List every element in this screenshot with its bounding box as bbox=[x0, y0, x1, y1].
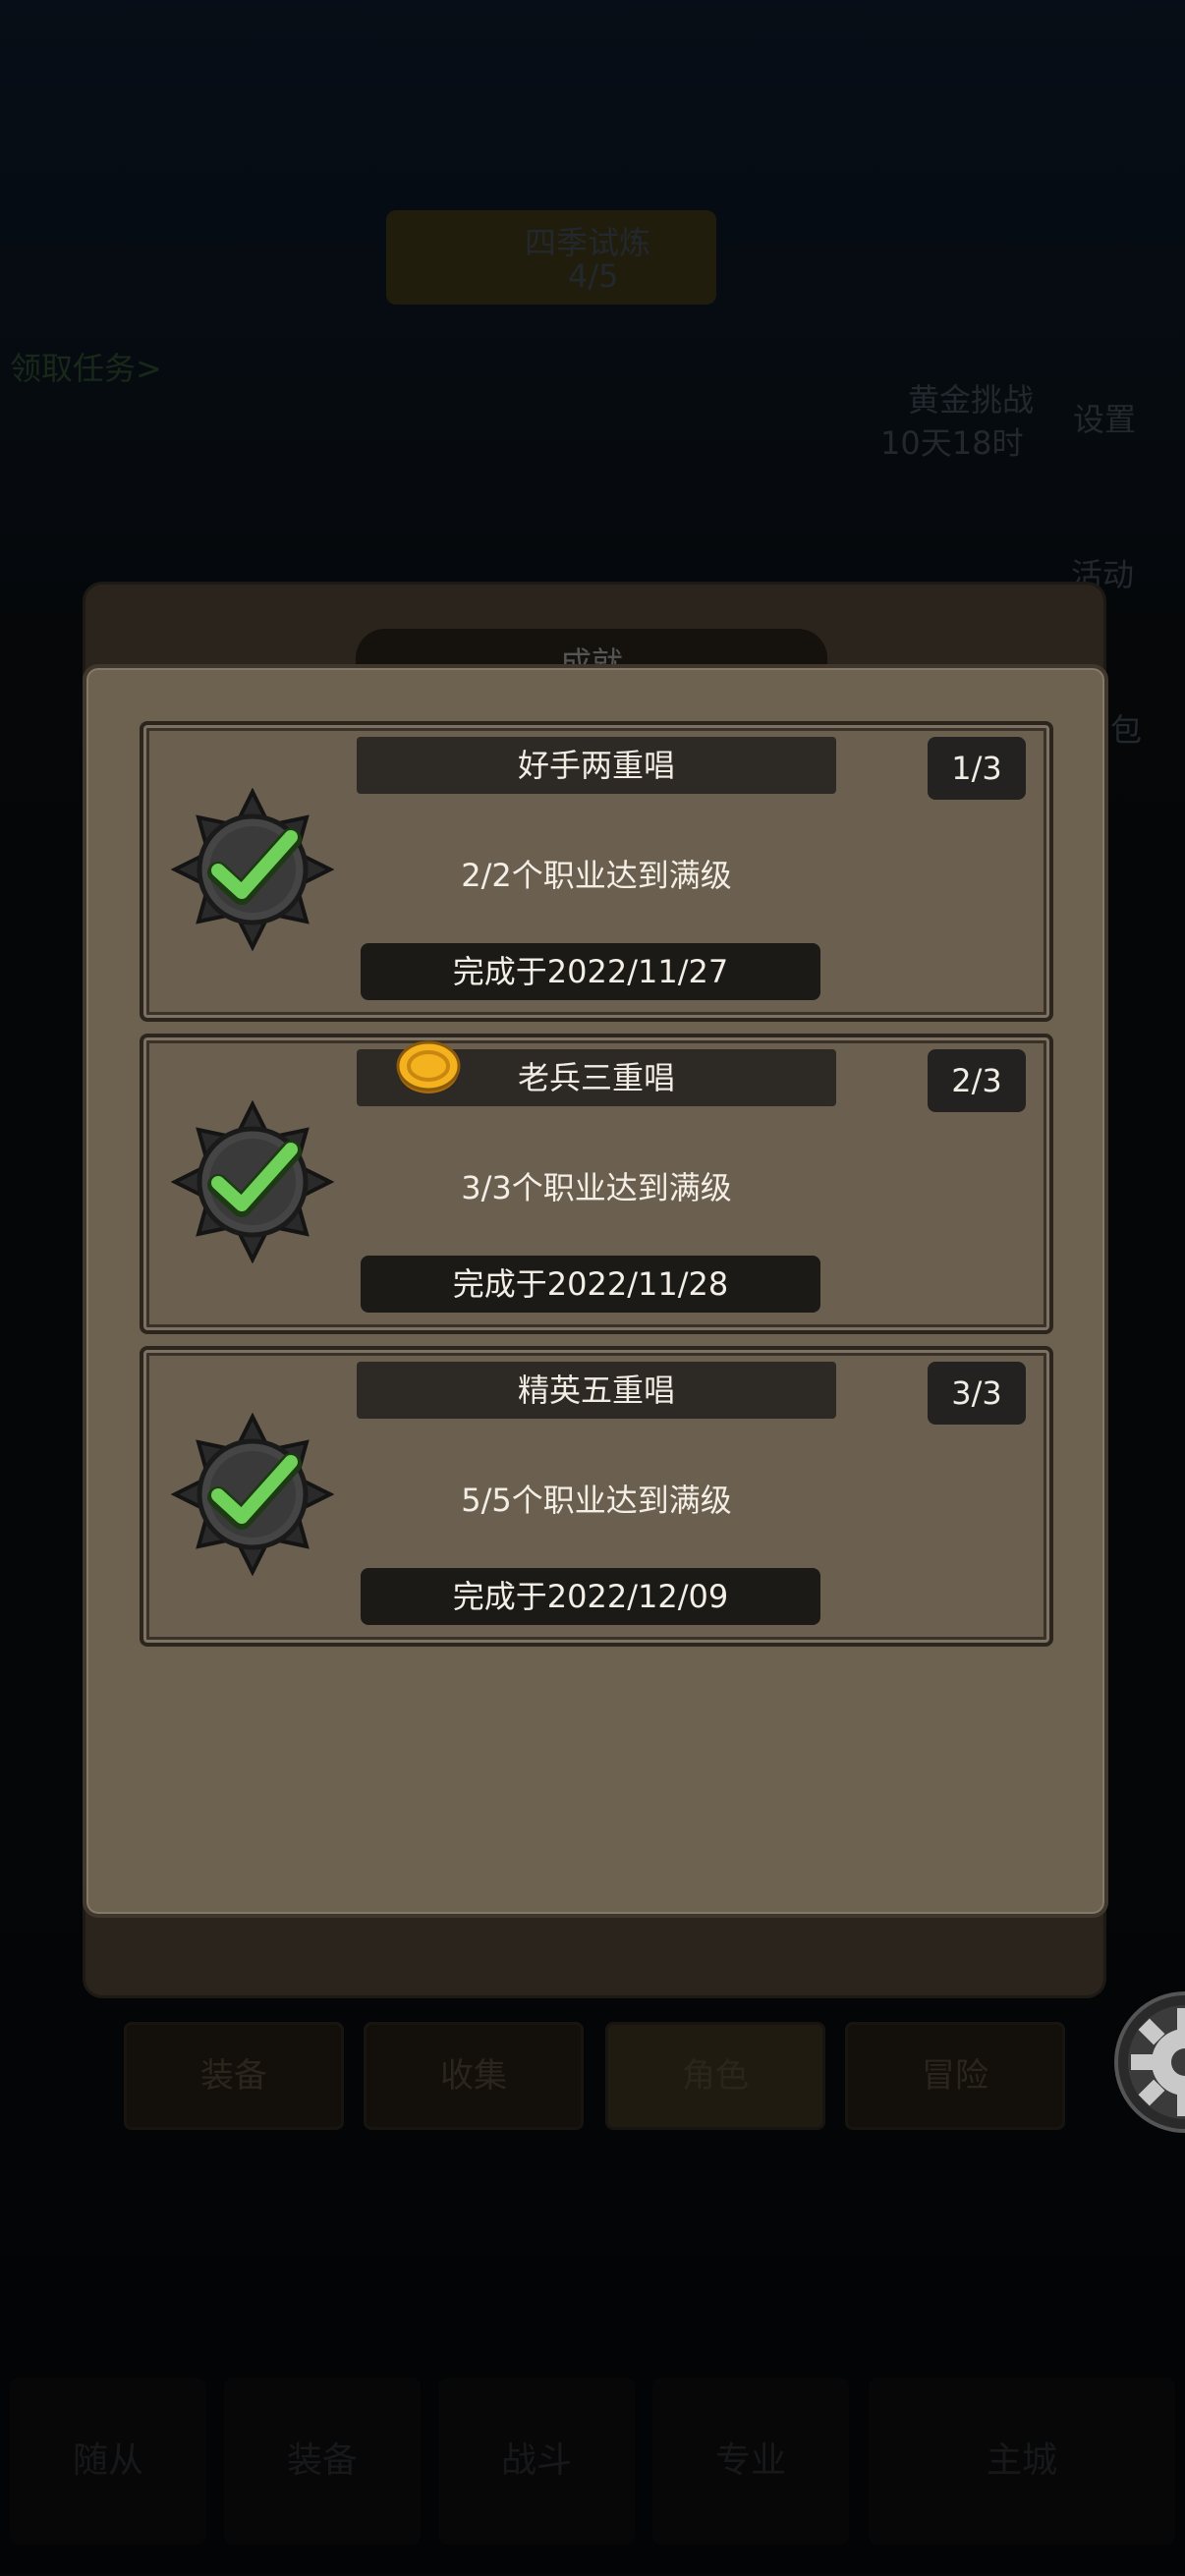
achievement-card: 好手两重唱 1/3 2/2个职业达到满级 完成于2022/11/27 bbox=[140, 721, 1053, 1022]
achievement-card: 精英五重唱 3/3 5/5个职业达到满级 完成于2022/12/09 bbox=[140, 1346, 1053, 1647]
achievement-title: 精英五重唱 bbox=[357, 1362, 836, 1419]
achievement-card: 老兵三重唱 2/3 3/3个职业达到满级 完成于2022/11/28 bbox=[140, 1034, 1053, 1334]
achievement-progress: 3/3 bbox=[928, 1362, 1026, 1425]
achievement-description: 3/3个职业达到满级 bbox=[461, 1169, 732, 1206]
achievement-progress: 2/3 bbox=[928, 1049, 1026, 1112]
achievement-completed-date: 完成于2022/12/09 bbox=[361, 1568, 820, 1625]
achievement-progress: 1/3 bbox=[928, 737, 1026, 800]
achievement-title: 好手两重唱 bbox=[357, 737, 836, 794]
achievement-completed-date: 完成于2022/11/27 bbox=[361, 943, 820, 1000]
gold-coin-icon[interactable] bbox=[396, 1040, 461, 1095]
gear-icon[interactable] bbox=[1110, 1988, 1185, 2136]
achievement-description: 2/2个职业达到满级 bbox=[461, 857, 732, 894]
achievement-completed-date: 完成于2022/11/28 bbox=[361, 1256, 820, 1313]
achievement-description: 5/5个职业达到满级 bbox=[461, 1482, 732, 1519]
